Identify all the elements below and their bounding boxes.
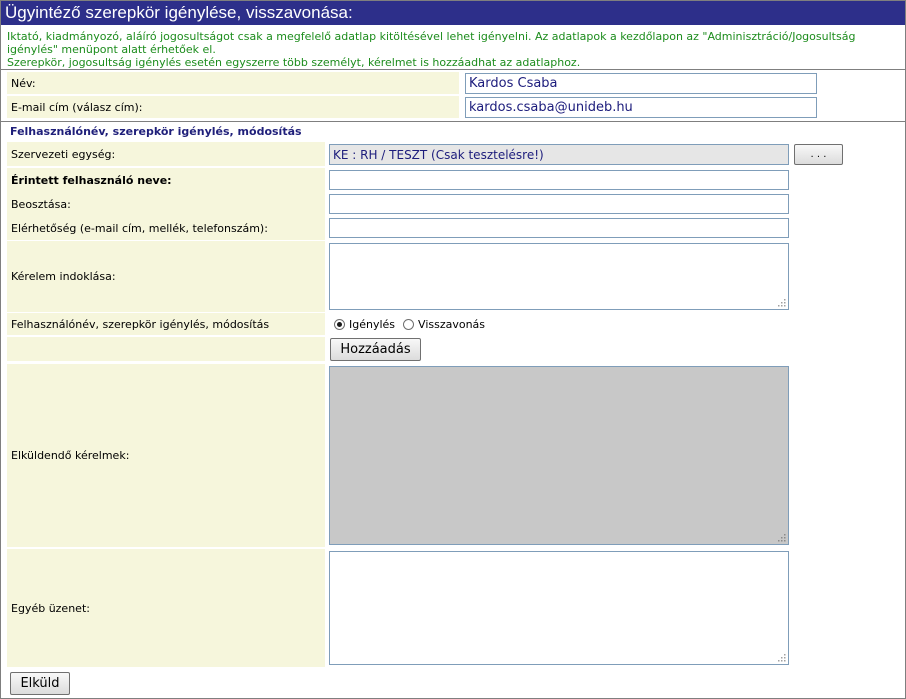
info-line-2: Szerepkör, jogosultság igénylés esetén e… xyxy=(7,56,581,69)
mode-label: Felhasználónév, szerepkör igénylés, módo… xyxy=(7,313,325,335)
resize-grip-icon[interactable] xyxy=(777,653,786,662)
radio-visszavonas[interactable] xyxy=(403,319,415,330)
name-label: Név: xyxy=(7,72,459,94)
reason-label: Kérelem indoklása: xyxy=(7,241,325,312)
pending-label: Elküldendő kérelmek: xyxy=(7,364,325,547)
reason-textarea[interactable] xyxy=(329,243,789,310)
info-text: Iktató, kiadmányozó, aláíró jogosultságo… xyxy=(7,30,897,69)
page-title: Ügyintéző szerepkör igénylése, visszavon… xyxy=(1,1,905,25)
mode-radio-group: Igénylés Visszavonás xyxy=(334,318,493,331)
other-message-textarea[interactable] xyxy=(329,551,789,665)
section-title: Felhasználónév, szerepkör igénylés, módo… xyxy=(10,125,302,138)
pending-requests-box[interactable] xyxy=(329,366,789,545)
unit-picker-button[interactable]: . . . xyxy=(794,144,843,165)
name-field[interactable]: Kardos Csaba xyxy=(465,73,817,94)
contact-label: Elérhetőség (e-mail cím, mellék, telefon… xyxy=(7,216,325,240)
email-field[interactable]: kardos.csaba@unideb.hu xyxy=(465,97,817,118)
email-label: E-mail cím (válasz cím): xyxy=(7,96,459,118)
info-line-1: Iktató, kiadmányozó, aláíró jogosultságo… xyxy=(7,30,856,56)
affected-user-label: Érintett felhasználó neve: xyxy=(7,168,325,192)
unit-label: Szervezeti egység: xyxy=(7,142,325,166)
affected-user-field[interactable] xyxy=(329,170,789,190)
add-button[interactable]: Hozzáadás xyxy=(330,338,421,361)
unit-field[interactable]: KE : RH / TESZT (Csak tesztelésre!) xyxy=(329,144,789,165)
position-field[interactable] xyxy=(329,194,789,214)
radio-igenyles[interactable] xyxy=(334,319,345,330)
radio-igenyles-label[interactable]: Igénylés xyxy=(349,318,395,331)
resize-grip-icon[interactable] xyxy=(777,298,786,307)
position-label: Beosztása: xyxy=(7,192,325,216)
divider xyxy=(1,121,905,122)
resize-grip-icon[interactable] xyxy=(777,533,786,542)
radio-visszavonas-label[interactable]: Visszavonás xyxy=(418,318,485,331)
submit-button[interactable]: Elküld xyxy=(10,672,70,695)
add-row-label xyxy=(7,337,325,361)
divider xyxy=(1,69,905,70)
other-message-label: Egyéb üzenet: xyxy=(7,549,325,667)
contact-field[interactable] xyxy=(329,218,789,238)
